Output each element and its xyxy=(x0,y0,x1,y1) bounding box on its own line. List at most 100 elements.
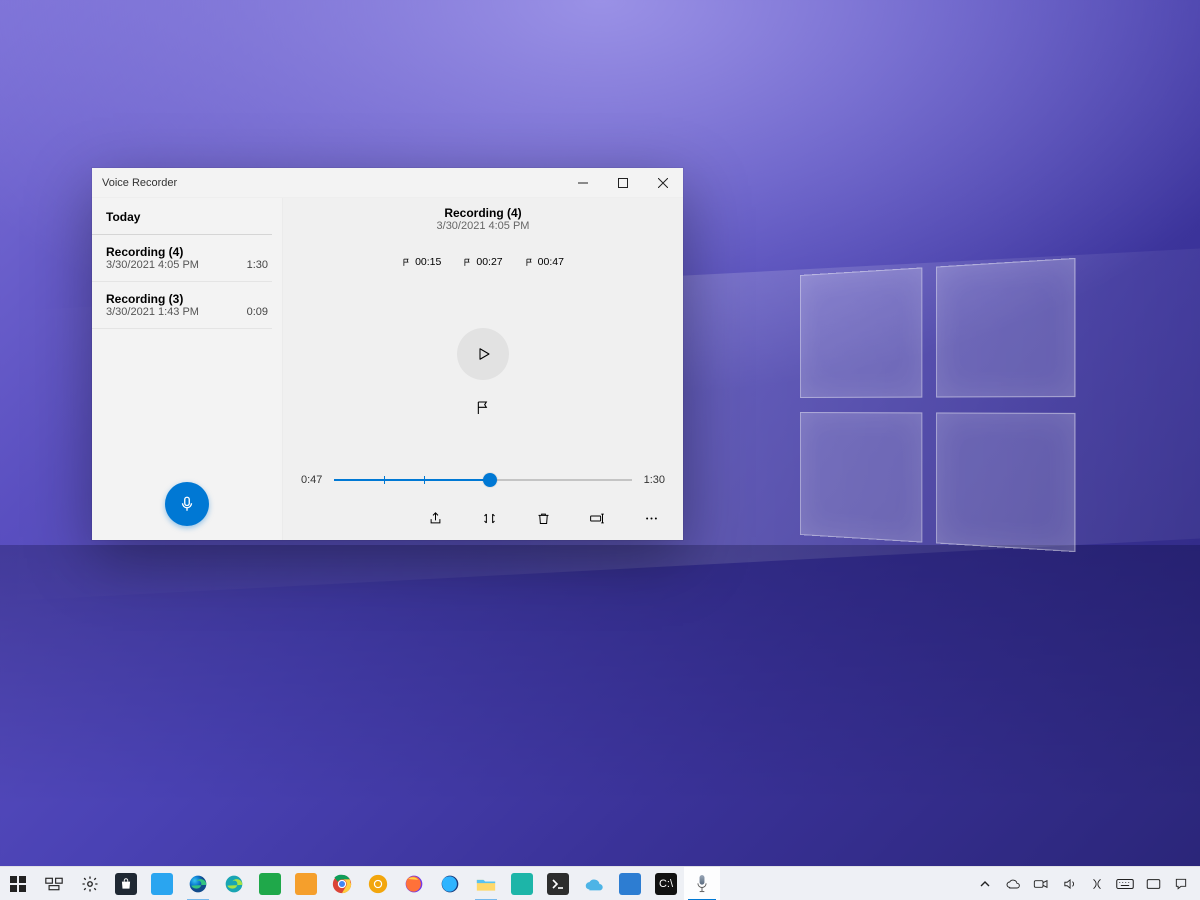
recording-duration: 1:30 xyxy=(247,259,268,271)
trash-icon xyxy=(536,511,551,526)
marker-chip[interactable]: 00:15 xyxy=(402,256,441,268)
scrubber-marker-tick xyxy=(384,476,385,484)
taskbar-app-command-prompt[interactable]: C:\ xyxy=(648,867,684,900)
more-button[interactable] xyxy=(641,508,661,528)
share-icon xyxy=(428,511,443,526)
rename-icon xyxy=(589,511,606,526)
recording-name: Recording (4) xyxy=(106,245,258,259)
share-button[interactable] xyxy=(425,508,445,528)
taskbar-app-app-orange[interactable] xyxy=(288,867,324,900)
microsoft-store-icon xyxy=(115,873,137,895)
task-view-icon xyxy=(45,877,63,891)
taskbar-app-chrome-canary[interactable] xyxy=(360,867,396,900)
marker-time: 00:27 xyxy=(476,256,502,268)
scrubber-marker-tick xyxy=(490,476,491,484)
maximize-button[interactable] xyxy=(603,168,643,198)
sidebar-group-today: Today xyxy=(92,198,272,235)
scrubber-duration: 1:30 xyxy=(644,474,665,486)
file-explorer-icon xyxy=(476,876,496,892)
meet-now-icon[interactable] xyxy=(1032,875,1050,893)
taskbar-app-start[interactable] xyxy=(0,867,36,900)
taskbar-app-app-green-badge[interactable] xyxy=(252,867,288,900)
firefox-dev-icon xyxy=(440,874,460,894)
marker-chip[interactable]: 00:27 xyxy=(463,256,502,268)
taskbar-app-edge-dev[interactable] xyxy=(216,867,252,900)
close-button[interactable] xyxy=(643,168,683,198)
marker-time: 00:47 xyxy=(538,256,564,268)
microphone-icon xyxy=(178,495,196,513)
voice-recorder-window: Voice Recorder Today Recording (4) 3/30/… xyxy=(92,168,683,540)
app-teal-icon xyxy=(511,873,533,895)
recording-list-item[interactable]: Recording (4) 3/30/2021 4:05 PM 1:30 xyxy=(92,235,272,282)
photos-icon xyxy=(619,873,641,895)
recording-list-item[interactable]: Recording (3) 3/30/2021 1:43 PM 0:09 xyxy=(92,282,272,329)
keyboard-icon[interactable] xyxy=(1116,875,1134,893)
chrome-icon xyxy=(332,874,352,894)
wallpaper-windows-logo xyxy=(800,275,1080,535)
taskbar-app-terminal[interactable] xyxy=(540,867,576,900)
start-icon xyxy=(10,876,26,892)
add-marker-button[interactable] xyxy=(466,394,500,422)
volume-icon[interactable] xyxy=(1060,875,1078,893)
taskbar-app-edge[interactable] xyxy=(180,867,216,900)
voice-recorder-icon xyxy=(695,874,709,894)
recordings-sidebar: Today Recording (4) 3/30/2021 4:05 PM 1:… xyxy=(92,198,283,540)
marker-time: 00:15 xyxy=(415,256,441,268)
taskbar-app-voice-recorder[interactable] xyxy=(684,867,720,900)
chrome-canary-icon xyxy=(368,874,388,894)
minimize-button[interactable] xyxy=(563,168,603,198)
tray-overflow-button[interactable] xyxy=(976,875,994,893)
recording-detail-pane: Recording (4) 3/30/2021 4:05 PM 00:15 00… xyxy=(283,198,683,540)
recording-duration: 0:09 xyxy=(247,306,268,318)
recording-date: 3/30/2021 1:43 PM xyxy=(106,306,258,318)
unknown-tray-icon[interactable] xyxy=(1088,875,1106,893)
play-button[interactable] xyxy=(457,328,509,380)
taskbar-app-firefox[interactable] xyxy=(396,867,432,900)
taskbar-app-microsoft-store[interactable] xyxy=(108,867,144,900)
edge-icon xyxy=(188,874,208,894)
edge-dev-icon xyxy=(224,874,244,894)
taskbar-app-app-cloud[interactable] xyxy=(576,867,612,900)
app-orange-icon xyxy=(295,873,317,895)
flag-icon xyxy=(402,258,411,267)
scrubber-position: 0:47 xyxy=(301,474,322,486)
recording-date: 3/30/2021 4:05 PM xyxy=(106,259,258,271)
command-prompt-icon: C:\ xyxy=(655,873,677,895)
scrubber[interactable] xyxy=(334,470,631,490)
play-icon xyxy=(474,345,492,363)
detail-title: Recording (4) xyxy=(283,206,683,220)
titlebar[interactable]: Voice Recorder xyxy=(92,168,683,198)
onedrive-icon[interactable] xyxy=(1004,875,1022,893)
trim-icon xyxy=(482,511,497,526)
taskbar-app-chrome[interactable] xyxy=(324,867,360,900)
action-center-icon[interactable] xyxy=(1172,875,1190,893)
taskbar: C:\ xyxy=(0,866,1200,900)
trim-button[interactable] xyxy=(479,508,499,528)
window-title: Voice Recorder xyxy=(92,177,177,189)
more-icon xyxy=(644,511,659,526)
taskbar-app-settings[interactable] xyxy=(72,867,108,900)
settings-icon xyxy=(81,875,99,893)
taskbar-app-firefox-dev[interactable] xyxy=(432,867,468,900)
flag-icon xyxy=(475,400,491,416)
taskbar-app-photos[interactable] xyxy=(612,867,648,900)
marker-chip[interactable]: 00:47 xyxy=(525,256,564,268)
tablet-mode-icon[interactable] xyxy=(1144,875,1162,893)
flag-icon xyxy=(525,258,534,267)
app-blue-icon xyxy=(151,873,173,895)
delete-button[interactable] xyxy=(533,508,553,528)
record-button[interactable] xyxy=(165,482,209,526)
rename-button[interactable] xyxy=(587,508,607,528)
marker-list: 00:15 00:27 00:47 xyxy=(283,236,683,284)
taskbar-app-app-blue[interactable] xyxy=(144,867,180,900)
recording-name: Recording (3) xyxy=(106,292,258,306)
taskbar-app-app-teal[interactable] xyxy=(504,867,540,900)
taskbar-app-task-view[interactable] xyxy=(36,867,72,900)
detail-subtitle: 3/30/2021 4:05 PM xyxy=(283,220,683,232)
scrubber-marker-tick xyxy=(424,476,425,484)
app-cloud-icon xyxy=(583,877,605,891)
flag-icon xyxy=(463,258,472,267)
app-green-badge-icon xyxy=(259,873,281,895)
taskbar-app-file-explorer[interactable] xyxy=(468,867,504,900)
system-tray xyxy=(976,875,1194,893)
